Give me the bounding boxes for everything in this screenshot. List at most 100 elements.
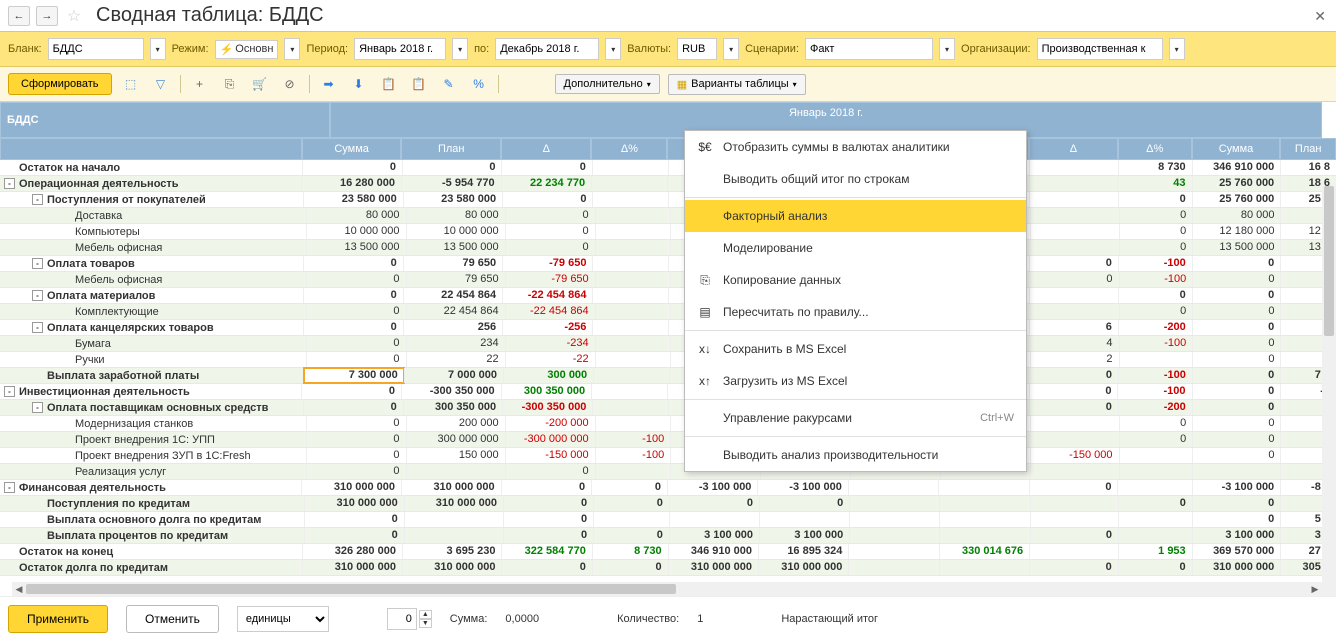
table-row[interactable]: Ручки022-2220 [0, 352, 1336, 368]
filter-icon[interactable]: ▽ [150, 73, 172, 95]
cell[interactable]: -79 650 [505, 272, 595, 287]
cell[interactable] [1117, 480, 1191, 495]
cell[interactable]: -200 [1118, 400, 1192, 415]
table-row[interactable]: -Операционная деятельность16 280 000-5 9… [0, 176, 1336, 192]
expand-icon[interactable]: - [4, 482, 15, 493]
cell[interactable]: 234 [406, 336, 505, 351]
expand-icon[interactable]: - [32, 194, 43, 205]
cell[interactable]: 0 [1030, 528, 1118, 543]
cell[interactable]: 369 570 000 [1192, 544, 1281, 559]
cell[interactable]: 310 000 000 [401, 480, 501, 495]
cell[interactable]: 80 000 [406, 208, 505, 223]
cell[interactable]: 0 [303, 288, 402, 303]
cell[interactable]: 16 895 324 [758, 544, 848, 559]
cell[interactable] [591, 384, 667, 399]
org-select[interactable] [1037, 38, 1163, 60]
cell[interactable] [939, 528, 1029, 543]
cell[interactable]: 0 [303, 400, 402, 415]
cell[interactable] [592, 320, 668, 335]
cell[interactable]: 0 [306, 304, 405, 319]
menu-item[interactable]: ▤Пересчитать по правилу... [685, 296, 1026, 328]
cell[interactable]: 0 [1118, 288, 1192, 303]
table-row[interactable]: Бумага0234-2344-1000 [0, 336, 1336, 352]
menu-item[interactable]: Факторный анализ [685, 200, 1026, 232]
cell[interactable]: 80 000 [306, 208, 405, 223]
menu-item[interactable]: Управление ракурсамиCtrl+W [685, 402, 1026, 434]
period-from[interactable] [354, 38, 446, 60]
table-row[interactable]: Выплата основного долга по кредитам0005 … [0, 512, 1336, 528]
cell[interactable]: 0 [1029, 384, 1118, 399]
cell[interactable]: -100 [1118, 368, 1192, 383]
menu-item[interactable]: Выводить общий итог по строкам [685, 163, 1026, 195]
cell[interactable] [1030, 432, 1118, 447]
cell[interactable]: 0 [1030, 368, 1118, 383]
cell[interactable]: 0 [1192, 368, 1280, 383]
cell[interactable]: 0 [306, 464, 405, 479]
cell[interactable]: -200 000 [505, 416, 595, 431]
cell[interactable]: 0 [592, 560, 668, 575]
arrow-down-icon[interactable]: ⬇ [348, 73, 370, 95]
cell[interactable]: 0 [306, 432, 405, 447]
cell[interactable]: 0 [303, 256, 402, 271]
cell[interactable]: -300 350 000 [401, 384, 501, 399]
cell[interactable] [1029, 176, 1118, 191]
cell[interactable] [595, 304, 671, 319]
cell[interactable]: 43 [1117, 176, 1191, 191]
cell[interactable] [1029, 160, 1118, 175]
cell[interactable]: 310 000 000 [758, 560, 848, 575]
cell[interactable] [591, 176, 667, 191]
cell[interactable]: 22 454 864 [403, 288, 502, 303]
mode-dd[interactable]: ▾ [284, 38, 300, 60]
cell[interactable] [1119, 464, 1193, 479]
cell[interactable]: 0 [501, 560, 591, 575]
cell[interactable]: 0 [1029, 480, 1118, 495]
cell[interactable] [1119, 352, 1193, 367]
cell[interactable]: 0 [505, 464, 595, 479]
back-button[interactable]: ← [8, 6, 30, 26]
cell[interactable]: 300 350 000 [501, 384, 591, 399]
cell[interactable] [1030, 224, 1118, 239]
cell[interactable]: -3 100 000 [757, 480, 847, 495]
cell[interactable] [939, 496, 1029, 511]
period-to-dd[interactable]: ▾ [605, 38, 621, 60]
favorite-icon[interactable]: ☆ [64, 6, 84, 26]
cell[interactable]: 0 [505, 208, 595, 223]
table-row[interactable]: Остаток на конец326 280 0003 695 230322 … [0, 544, 1336, 560]
cell[interactable]: 0 [1118, 496, 1192, 511]
cell[interactable]: 0 [301, 384, 401, 399]
cell[interactable]: 8 730 [1118, 160, 1192, 175]
cell[interactable]: 10 000 000 [306, 224, 405, 239]
cell[interactable]: 0 [501, 480, 591, 495]
blank-select[interactable] [48, 38, 144, 60]
cell[interactable]: -300 350 000 [502, 400, 592, 415]
cell[interactable]: 0 [1192, 288, 1280, 303]
blank-dd[interactable]: ▾ [150, 38, 166, 60]
cell[interactable] [939, 512, 1029, 527]
cell[interactable]: -150 000 [1030, 448, 1118, 463]
cell[interactable]: 3 100 000 [1192, 528, 1280, 543]
cell[interactable]: 0 [502, 192, 592, 207]
cell[interactable] [1118, 512, 1192, 527]
cell[interactable]: 13 500 000 [306, 240, 405, 255]
menu-item[interactable]: x↓Сохранить в MS Excel [685, 333, 1026, 365]
cell[interactable] [1118, 528, 1192, 543]
plus-icon[interactable]: + [189, 73, 211, 95]
cell[interactable] [1030, 208, 1118, 223]
cell[interactable]: 0 [306, 416, 405, 431]
scenario-dd[interactable]: ▾ [939, 38, 955, 60]
cell[interactable]: 22 454 864 [406, 304, 505, 319]
cell[interactable] [593, 368, 669, 383]
cell[interactable]: 310 000 000 [301, 480, 401, 495]
cell[interactable]: 150 000 [406, 448, 505, 463]
cell[interactable] [1030, 240, 1118, 255]
cell[interactable]: 23 580 000 [403, 192, 502, 207]
table-row[interactable]: Остаток на начало0008 730346 910 00016 8 [0, 160, 1336, 176]
cell[interactable] [1119, 448, 1193, 463]
cell[interactable]: 0 [593, 528, 669, 543]
cell[interactable]: 0 [503, 512, 593, 527]
cell[interactable]: 0 [1029, 256, 1117, 271]
cell[interactable]: 0 [1192, 384, 1281, 399]
cell[interactable]: 310 000 000 [402, 560, 501, 575]
cell[interactable] [1029, 288, 1117, 303]
currency-dd[interactable]: ▾ [723, 38, 739, 60]
